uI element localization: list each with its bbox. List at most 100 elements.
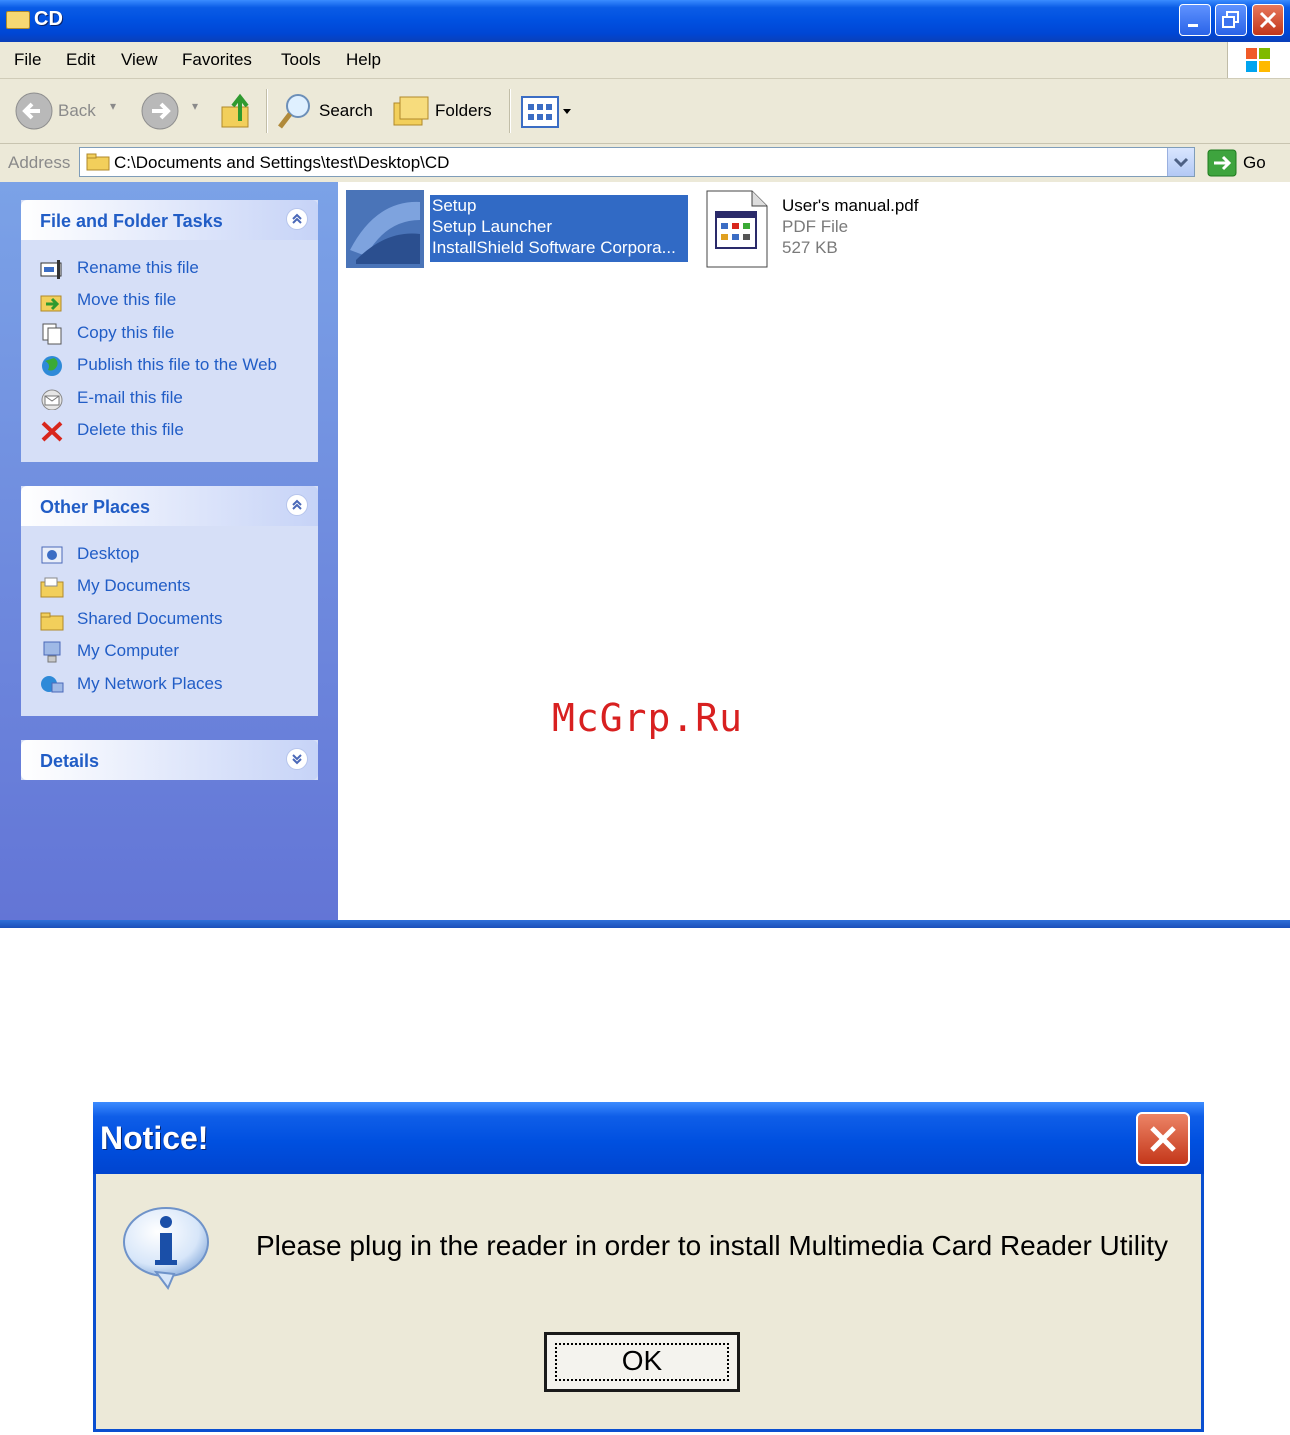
delete-icon [41,421,63,442]
search-button[interactable] [276,91,316,131]
folder-icon [40,612,64,631]
menu-file[interactable]: File [14,50,41,70]
address-input[interactable]: C:\Documents and Settings\test\Desktop\C… [79,147,1195,177]
views-button[interactable] [520,95,574,129]
minimize-icon [1188,24,1198,27]
setup-file-item[interactable]: Setup Setup Launcher InstallShield Softw… [430,195,688,262]
forward-arrow-icon [141,92,179,130]
place-label: My Documents [77,576,191,595]
folder-icon [40,577,64,598]
desktop-icon [41,546,63,564]
file-company: InstallShield Software Corpora... [432,238,676,257]
menu-edit[interactable]: Edit [66,50,95,70]
folder-icon [86,153,110,171]
search-label[interactable]: Search [319,101,373,121]
close-icon [1150,1126,1176,1152]
panel-header[interactable]: File and Folder Tasks [21,200,318,240]
file-name: Setup [432,196,477,215]
place-label: My Network Places [77,674,223,693]
dialog-message: Please plug in the reader in order to in… [256,1230,1168,1261]
watermark: McGrp.Ru [552,696,744,740]
menu-tools[interactable]: Tools [281,50,321,70]
task-label: Copy this file [77,323,175,342]
file-list [338,182,1290,920]
place-label: My Computer [77,641,180,660]
collapse-chevron-icon[interactable] [286,208,308,230]
globe-icon [42,356,62,376]
details-panel: Details [21,740,318,780]
taskbar-strip [0,920,1290,928]
dialog-title: Notice! [100,1120,209,1156]
collapse-chevron-icon[interactable] [286,494,308,516]
toolbar-separator [266,89,268,133]
back-dropdown-icon[interactable]: ▾ [110,99,116,113]
panel-title: Other Places [40,497,151,517]
place-label: Desktop [77,544,140,563]
menu-favorites[interactable]: Favorites [182,50,252,70]
folders-icon [393,96,429,126]
network-icon [41,676,64,693]
folder-icon [6,11,30,29]
back-button[interactable] [14,91,54,131]
address-label: Address [8,153,71,172]
folders-label[interactable]: Folders [435,101,492,121]
toolbar: Back ▾ ▾ Search Folders [0,79,1290,144]
rename-icon [40,260,62,279]
window-title: CD [34,8,63,30]
panel-header[interactable]: Other Places [21,486,318,526]
chevron-down-icon [1173,157,1189,168]
address-dropdown-button[interactable] [1167,148,1194,176]
explorer-window: CD File Edit View Favorites Tools Help B… [0,0,1290,928]
search-icon [278,94,310,129]
up-folder-icon [221,93,249,128]
dialog-title-bar: Notice! [93,1102,1204,1174]
restore-button[interactable] [1215,4,1247,36]
panel-header[interactable]: Details [21,740,318,780]
file-size: 527 KB [782,238,838,257]
forward-button[interactable] [140,91,180,131]
folders-button[interactable] [392,93,432,129]
windows-logo-icon [1227,42,1290,78]
setup-file-icon[interactable] [346,190,424,268]
go-arrow-icon [1207,149,1237,177]
close-icon [1259,11,1277,29]
task-label: Delete this file [77,420,184,439]
ok-button[interactable]: OK [544,1332,740,1392]
minimize-button[interactable] [1179,4,1211,36]
restore-icon [1222,11,1239,28]
task-label: Move this file [77,290,177,309]
file-type: PDF File [782,217,849,236]
file-name: User's manual.pdf [782,196,919,215]
address-bar: Address C:\Documents and Settings\test\D… [0,144,1290,183]
go-label[interactable]: Go [1243,153,1266,173]
back-arrow-icon [15,92,53,130]
task-label: E-mail this file [77,388,183,407]
file-type: Setup Launcher [432,217,553,236]
computer-icon [43,641,61,663]
up-folder-button[interactable] [218,91,256,131]
expand-chevron-icon[interactable] [286,748,308,770]
task-pane: File and Folder Tasks Rename this file M… [0,182,338,920]
toolbar-separator [509,89,511,133]
dialog-close-button[interactable] [1136,1112,1190,1166]
move-icon [40,295,62,312]
email-icon [41,389,63,410]
task-label: Publish this file to the Web [77,355,278,374]
close-button[interactable] [1252,4,1284,36]
forward-dropdown-icon[interactable]: ▾ [192,99,198,113]
info-icon [123,1207,209,1290]
address-value: C:\Documents and Settings\test\Desktop\C… [114,153,450,172]
panel-title: Details [40,751,100,771]
copy-icon [42,323,62,345]
notice-dialog: Notice! Please plug in the reader in ord… [93,1102,1204,1432]
other-places-panel: Other Places Desktop My Documents Shared… [21,486,318,716]
place-label: Shared Documents [77,609,223,628]
task-label: Rename this file [77,258,199,277]
title-bar: CD [0,0,1290,42]
menu-help[interactable]: Help [346,50,381,70]
views-icon [521,96,571,128]
file-folder-tasks-panel: File and Folder Tasks Rename this file M… [21,200,318,462]
menu-view[interactable]: View [121,50,158,70]
go-button[interactable] [1207,149,1237,177]
pdf-file-icon[interactable] [706,190,768,268]
